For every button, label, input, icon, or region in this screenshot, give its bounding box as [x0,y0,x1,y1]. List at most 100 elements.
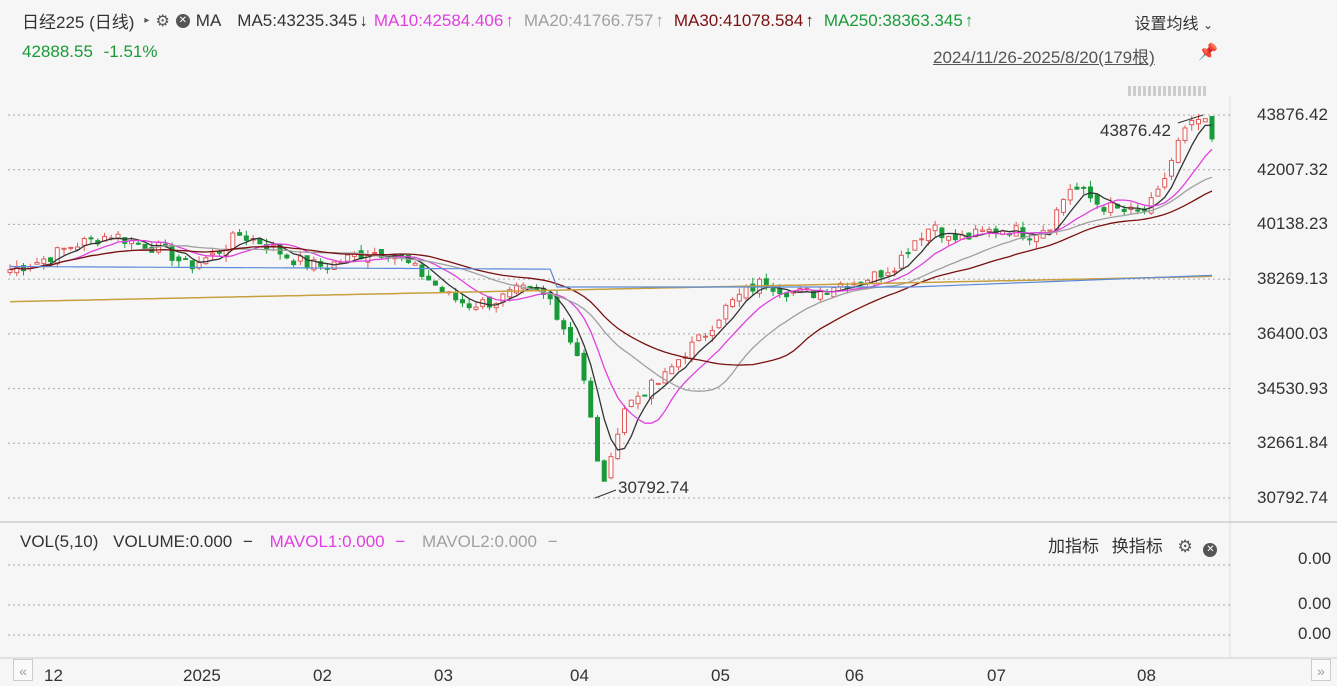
candle-body [892,270,898,273]
candle-body [162,243,168,246]
candle-body [615,433,621,460]
candle-body [594,416,600,462]
x-tick: 07 [987,666,1006,685]
candle-body [1202,118,1208,123]
candle-body [41,258,47,264]
add-indicator-button[interactable]: 加指标 [1048,537,1099,556]
candle-body [1162,178,1168,188]
volume-tools: 加指标 换指标 ⚙ ✕ [1048,532,1221,557]
y-tick-label: 38269.13 [1257,269,1328,289]
candle-body [284,254,290,259]
candle-body [824,292,830,295]
marker-strip [1203,86,1206,96]
candle-body [527,285,533,288]
marker-strip [1128,86,1131,96]
mavol2-value: MAVOL2:0.000 [422,532,538,551]
candle-body [1195,119,1201,125]
candle-body [48,257,54,262]
candle-body [878,270,884,278]
candle-body [608,456,614,479]
y-tick-label: 32661.84 [1257,433,1328,453]
switch-indicator-button[interactable]: 换指标 [1112,537,1163,556]
candle-body [689,341,695,359]
candle-body [925,228,931,242]
candle-body [919,238,925,241]
plot-area [0,96,1230,522]
candle-body [932,224,938,232]
vol-y-tick: 0.00 [1298,549,1332,568]
candle-body [1175,139,1181,163]
candle-body [716,319,722,329]
marker-strip [1153,86,1156,96]
candle-body [601,460,607,482]
gear-icon-vol[interactable]: ⚙ [1177,537,1192,556]
volume-value: VOLUME:0.000 [113,532,233,551]
candle-body [1101,207,1107,212]
volume-header: VOL(5,10) VOLUME:0.000 − MAVOL1:0.000 − … [20,532,558,552]
candle-body [743,285,749,299]
candle-body [723,304,729,320]
candle-body [986,228,992,233]
high-annotation: 43876.42 [1100,121,1171,140]
candle-body [703,335,709,338]
marker-strip [1168,86,1171,96]
candlestick-chart[interactable]: 43876.42 30792.74 [0,0,1337,684]
y-tick-label: 43876.42 [1257,105,1328,124]
candle-body [439,287,445,293]
candle-body [304,255,310,268]
x-tick: 04 [570,666,589,685]
low-annotation: 30792.74 [618,478,689,497]
x-tick: 06 [845,666,864,685]
candle-body [1081,186,1087,189]
candle-body [34,261,40,265]
candle-body [1155,188,1161,197]
vol-label: VOL(5,10) [20,532,99,551]
y-tick-label: 42007.32 [1257,159,1328,179]
candle-body [1060,198,1066,213]
candle-body [952,233,958,241]
candle-body [905,252,911,255]
candle-body [432,280,438,286]
candle-body [770,287,776,292]
candle-body [7,269,13,274]
candle-body [709,330,715,337]
candle-body [1189,119,1195,126]
candle-body [1033,234,1039,243]
candle-body [176,256,182,262]
candle-body [459,299,465,304]
candle-body [1074,186,1080,190]
candle-body [216,251,222,254]
scroll-left-button[interactable]: « [13,659,33,681]
y-tick-label: 36400.03 [1257,323,1328,343]
candle-body [642,394,648,397]
candle-body [567,327,573,343]
candle-body [1121,208,1127,212]
candle-body [635,395,641,405]
marker-strip [1158,86,1161,96]
marker-strip [1188,86,1191,96]
candle-body [696,334,702,342]
dash-icon-3: − [547,532,558,551]
candle-body [946,236,952,241]
marker-strip [1173,86,1176,96]
candle-body [243,235,249,241]
candle-body [473,306,479,310]
candle-body [1094,194,1100,205]
candle-body [676,359,682,368]
vol-y-tick: 0.00 [1298,624,1332,643]
marker-strip [1193,86,1196,96]
candle-body [655,382,661,385]
candle-body [912,240,918,251]
candle-body [81,238,87,246]
candle-body [1135,209,1141,212]
candle-body [574,342,580,357]
candle-body [412,262,418,266]
close-icon-vol[interactable]: ✕ [1203,543,1218,557]
candle-body [453,292,459,301]
candle-body [898,254,904,269]
candle-body [257,238,263,245]
candle-body [210,252,216,256]
candle-body [237,232,243,236]
candle-body [291,260,297,266]
scroll-right-button[interactable]: » [1311,659,1331,681]
